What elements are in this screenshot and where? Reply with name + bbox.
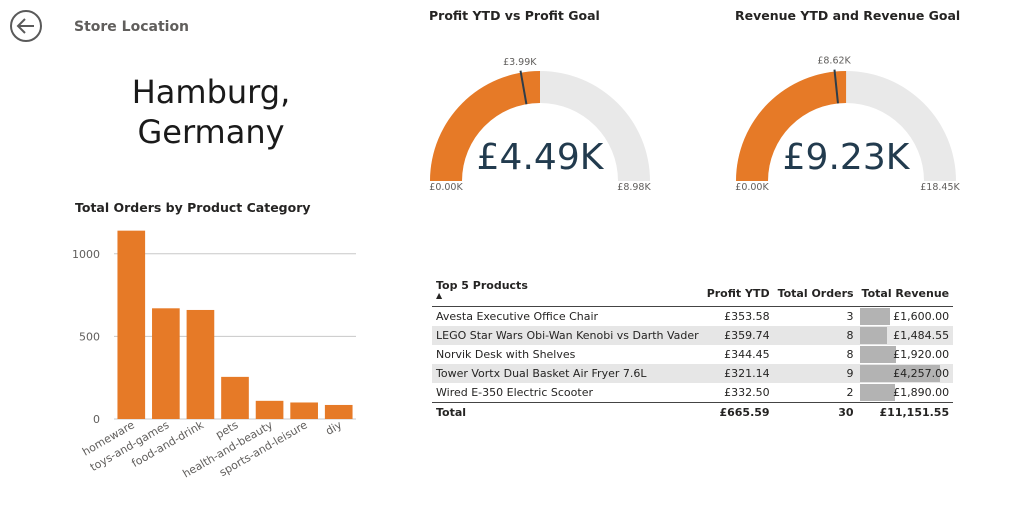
revenue-value: £1,920.00 (893, 348, 950, 361)
total-orders: 8 (846, 348, 854, 361)
revenue-value: £1,600.00 (893, 310, 950, 323)
gauge-max-label: £8.98K (617, 182, 651, 193)
revenue-value: £4,257.00 (893, 367, 950, 380)
gauge-min-label: £0.00K (429, 182, 463, 193)
bar-toys-and-games[interactable] (152, 308, 180, 419)
bar-health-and-beauty[interactable] (255, 400, 284, 419)
gauge-target-label: £8.62K (817, 56, 851, 67)
column-header-revenue[interactable]: Total Revenue (857, 276, 954, 307)
product-name: Tower Vortx Dual Basket Air Fryer 7.6L (432, 364, 703, 383)
product-name: LEGO Star Wars Obi-Wan Kenobi vs Darth V… (432, 326, 703, 345)
store-location-card: Hamburg, Germany (86, 72, 336, 152)
total-revenue: £1,600.00 (858, 307, 954, 327)
table-row[interactable]: LEGO Star Wars Obi-Wan Kenobi vs Darth V… (432, 326, 954, 345)
profit-ytd: £359.74 (702, 326, 774, 345)
page-title: Store Location (74, 19, 190, 35)
column-header-profit[interactable]: Profit YTD (702, 276, 774, 307)
total-revenue: £1,484.55 (857, 326, 954, 345)
gauge-value-label: £4.49K (477, 137, 605, 178)
revenue-data-bar (859, 308, 890, 325)
profit-ytd: £353.58 (724, 310, 770, 323)
bar-homeware[interactable] (117, 230, 146, 419)
profit-gauge[interactable]: £3.99K £4.49K £0.00K £8.98K (420, 40, 660, 200)
total-revenue: £11,151.55 (857, 402, 954, 422)
table-row[interactable]: Tower Vortx Dual Basket Air Fryer 7.6L £3… (432, 364, 954, 383)
total-revenue: £4,257.00 (857, 364, 954, 383)
sort-ascending-icon: ▲ (436, 291, 443, 300)
gauge-max-label: £18.45K (920, 182, 960, 193)
revenue-data-bar (859, 346, 896, 363)
column-header-product[interactable]: Top 5 Products ▲ (432, 276, 703, 307)
total-profit: £665.59 (702, 402, 774, 422)
back-button[interactable] (9, 9, 43, 43)
profit-gauge-title: Profit YTD vs Profit Goal (429, 8, 600, 23)
revenue-gauge-title: Revenue YTD and Revenue Goal (735, 8, 961, 23)
revenue-data-bar (859, 384, 896, 401)
gauge-value-label: £9.23K (783, 137, 911, 178)
table-row[interactable]: Norvik Desk with Shelves £344.45 8 £1,920.0… (432, 345, 953, 364)
orders-by-category-chart[interactable]: 05001000homewaretoys-and-gamesfood-and-d… (66, 225, 366, 495)
y-tick-label: 0 (93, 413, 100, 426)
gauge-min-label: £0.00K (735, 182, 769, 193)
total-revenue: £1,920.00 (858, 345, 954, 364)
revenue-value: £1,890.00 (893, 386, 950, 399)
product-name: Wired E-350 Electric Scooter (436, 386, 593, 399)
total-label: Total (432, 402, 703, 422)
profit-ytd: £332.50 (724, 386, 770, 399)
top-products-table: Top 5 Products ▲ Profit YTD Total Orders… (432, 276, 954, 422)
bar-sports-and-leisure[interactable] (290, 402, 318, 419)
bar-food-and-drink[interactable] (186, 309, 215, 419)
total-orders: 2 (846, 386, 854, 399)
total-orders: 3 (846, 310, 854, 323)
revenue-data-bar (859, 327, 888, 344)
location-city: Hamburg, (131, 73, 291, 111)
bar-pets[interactable] (221, 376, 249, 419)
bar-chart-title: Total Orders by Product Category (75, 200, 311, 215)
profit-ytd: £344.45 (724, 348, 770, 361)
gauge-target-label: £3.99K (503, 57, 537, 68)
table-total-row: Total £665.59 30 £11,151.55 (432, 402, 954, 422)
x-tick-label: diy (323, 418, 344, 438)
column-header-orders[interactable]: Total Orders (773, 276, 858, 307)
product-name: Norvik Desk with Shelves (436, 348, 576, 361)
total-revenue: £1,890.00 (858, 383, 954, 403)
y-tick-label: 500 (79, 330, 100, 343)
table-row[interactable]: Wired E-350 Electric Scooter £332.50 2 £1,8… (432, 383, 953, 403)
profit-ytd: £321.14 (702, 364, 774, 383)
product-name: Avesta Executive Office Chair (436, 310, 599, 323)
bar-diy[interactable] (324, 404, 353, 419)
total-orders: 30 (773, 402, 858, 422)
location-country: Germany (137, 113, 285, 151)
back-arrow-icon (10, 10, 42, 42)
total-orders: 8 (773, 326, 858, 345)
total-orders: 9 (773, 364, 858, 383)
revenue-gauge[interactable]: £8.62K £9.23K £0.00K £18.45K (726, 40, 966, 200)
revenue-value: £1,484.55 (893, 329, 950, 342)
table-header-row: Top 5 Products ▲ Profit YTD Total Orders… (432, 276, 954, 307)
y-tick-label: 1000 (72, 248, 100, 261)
table-row[interactable]: Avesta Executive Office Chair £353.58 3 £1,… (432, 307, 953, 327)
